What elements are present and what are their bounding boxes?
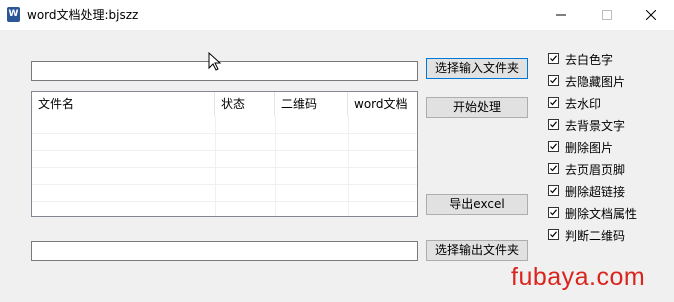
checkmark-icon [550,187,557,194]
checkmark-icon [550,55,557,62]
select-output-folder-button[interactable]: 选择输出文件夹 [426,240,528,261]
checkmark-icon [550,77,557,84]
checkbox[interactable] [548,185,559,196]
grid-line [32,150,417,151]
checkbox[interactable] [548,75,559,86]
word-doc-icon: W [7,7,20,22]
watermark-text: fubaya.com [511,263,646,291]
option-label: 去白色字 [565,53,614,67]
export-excel-button[interactable]: 导出excel [426,194,528,215]
grid-line [32,167,417,168]
checkbox[interactable] [548,97,559,108]
option-label: 去背景文字 [565,119,626,133]
minimize-button[interactable] [538,0,584,30]
option-label: 去页眉页脚 [565,163,626,177]
title-bar: W word文档处理:bjszz [0,0,674,30]
grid-line [32,133,417,134]
checkbox[interactable] [548,119,559,130]
option-label: 删除文档属性 [565,207,638,221]
option-label: 去水印 [565,97,602,111]
close-icon [646,10,656,20]
checkbox[interactable] [548,163,559,174]
column-header-status[interactable]: 状态 [215,92,275,116]
maximize-button[interactable] [584,0,630,30]
table-header: 文件名 状态 二维码 word文档 [32,92,417,116]
checkmark-icon [550,231,557,238]
maximize-icon [602,10,612,20]
input-folder-field[interactable] [31,61,418,81]
minimize-icon [556,14,566,16]
column-header-qrcode[interactable]: 二维码 [275,92,348,116]
file-list-table[interactable]: 文件名 状态 二维码 word文档 [31,91,418,217]
checkbox[interactable] [548,53,559,64]
checkbox[interactable] [548,229,559,240]
checkbox[interactable] [548,207,559,218]
mouse-cursor-icon [208,52,222,71]
output-folder-field[interactable] [31,241,418,261]
option-label: 去隐藏图片 [565,75,626,89]
checkmark-icon [550,209,557,216]
select-input-folder-button[interactable]: 选择输入文件夹 [426,58,528,79]
option-label: 判断二维码 [565,229,626,243]
column-header-filename[interactable]: 文件名 [32,92,215,116]
option-label: 删除图片 [565,141,614,155]
grid-line [32,184,417,185]
close-button[interactable] [628,0,674,30]
checkmark-icon [550,99,557,106]
grid-line [32,201,417,202]
option-label: 删除超链接 [565,185,626,199]
checkbox[interactable] [548,141,559,152]
checkmark-icon [550,165,557,172]
start-processing-button[interactable]: 开始处理 [426,97,528,118]
window-title: word文档处理:bjszz [27,8,139,22]
checkmark-icon [550,121,557,128]
column-header-word-doc[interactable]: word文档 [348,92,417,116]
checkmark-icon [550,143,557,150]
